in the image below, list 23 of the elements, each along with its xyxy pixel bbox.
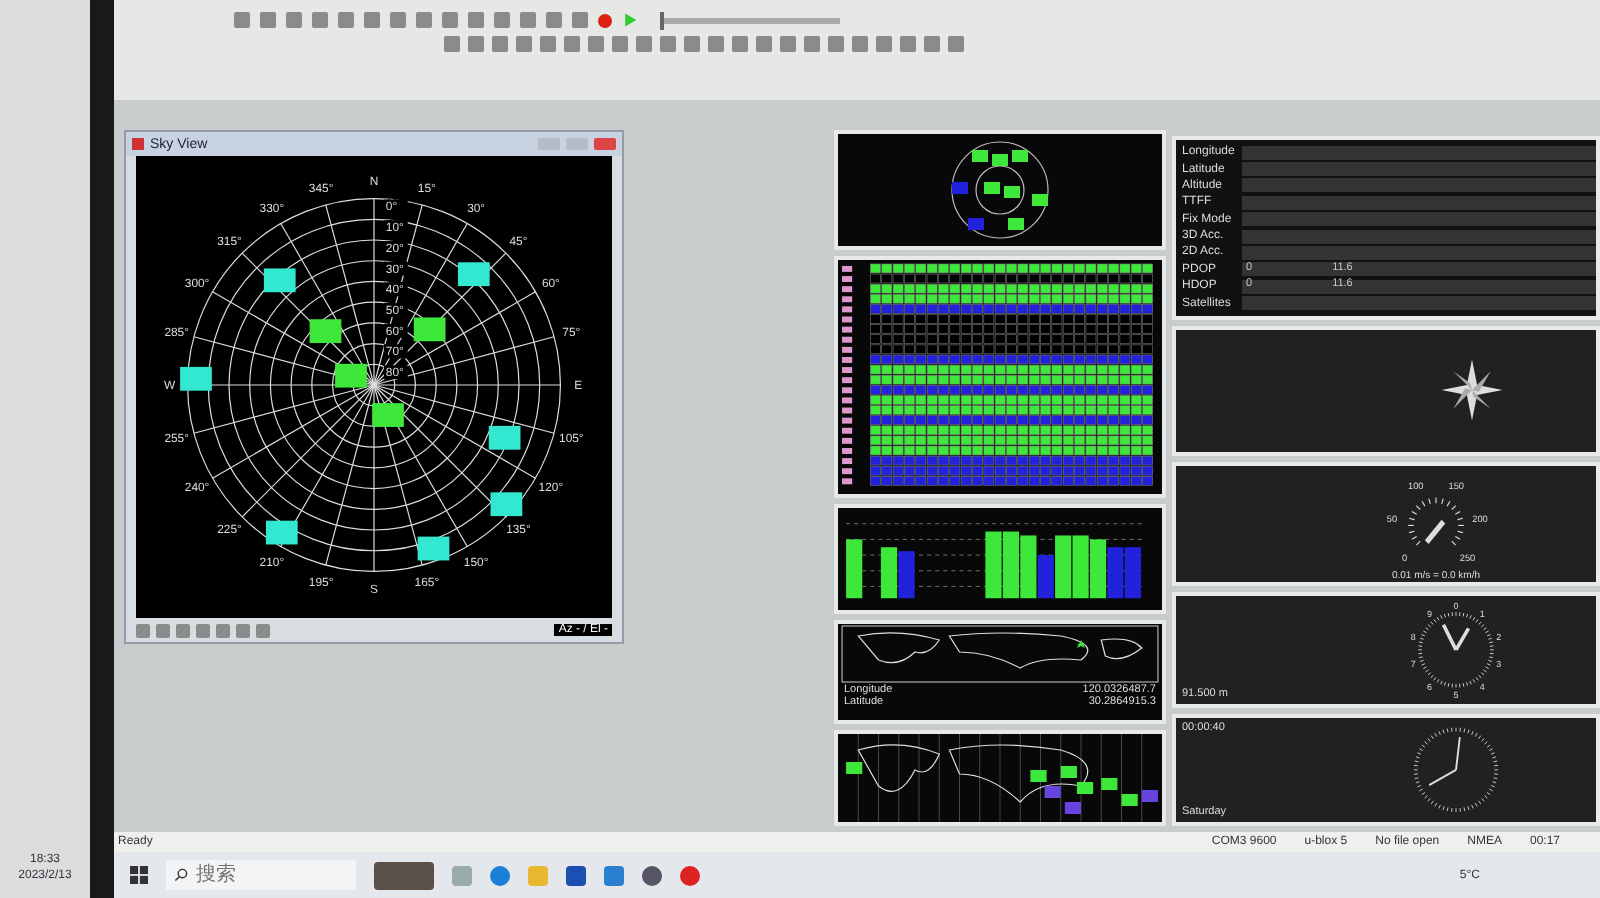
satellite-marker [417,536,450,561]
satellite-marker [180,366,212,391]
minimize-button[interactable] [538,138,560,150]
app-icon [132,138,144,150]
windows-logo-icon[interactable] [130,866,148,884]
satellite-marker [263,268,296,293]
close-button[interactable] [594,138,616,150]
satellite-marker [413,317,446,342]
satellite-marker [490,492,523,517]
satellite-marker [372,403,404,427]
maximize-button[interactable] [566,138,588,150]
satellite-marker [265,520,298,545]
satellite-marker [488,425,521,450]
task-view-icon[interactable] [452,865,472,885]
satellite-marker [309,319,342,344]
satellite-marker [457,262,490,287]
record-icon[interactable] [598,13,612,27]
altitude-dial-drawing [1417,612,1495,689]
play-icon[interactable] [622,12,638,28]
search-icon [174,868,188,882]
search-field[interactable]: 搜索 [166,860,356,890]
photo-placeholder[interactable] [374,861,434,889]
satellite-marker [335,363,367,388]
